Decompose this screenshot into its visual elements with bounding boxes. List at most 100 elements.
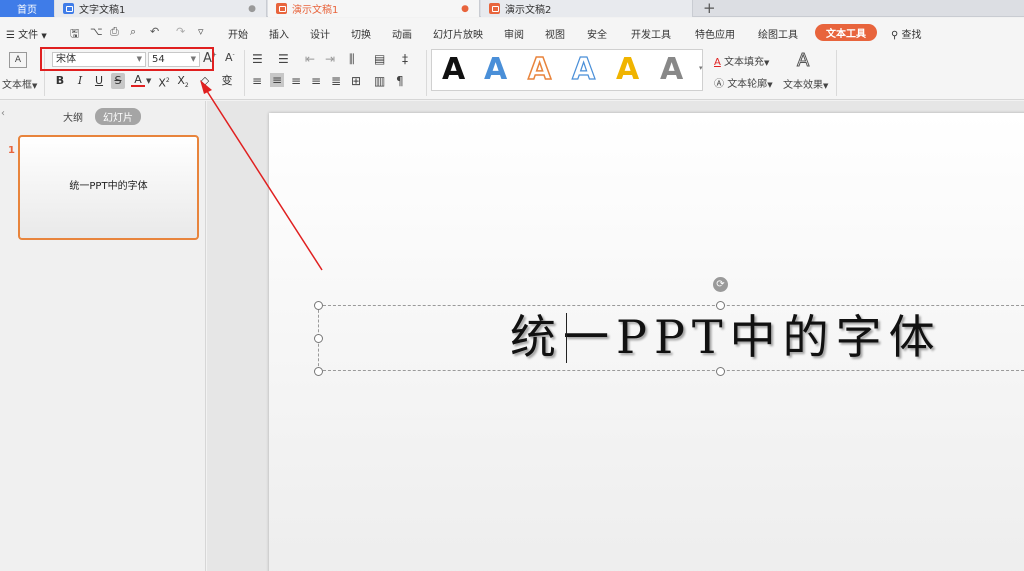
save-icon[interactable]: 🖫 [70, 25, 79, 44]
justify-icon[interactable]: ≡ [311, 74, 321, 88]
line-spacing-icon[interactable]: ‡ [402, 52, 408, 66]
file-menu[interactable]: ☰ 文件 ▼ [6, 26, 47, 41]
bold-button[interactable]: B [53, 73, 67, 89]
text-fill-label: 文本填充 [724, 57, 765, 68]
collapse-panel-icon[interactable]: ‹ [1, 108, 5, 119]
textbox-button[interactable]: 文本框▼ [2, 76, 37, 91]
textbox-label: 文本框 [2, 80, 32, 91]
search-button[interactable]: ⚲ 查找 [891, 26, 922, 41]
menu-insert[interactable]: 插入 [269, 26, 289, 41]
slide-number: 1 [8, 145, 15, 156]
print-preview-icon[interactable]: ⌕ [130, 25, 136, 39]
wordart-style-black[interactable]: A [442, 52, 465, 88]
menu-slideshow[interactable]: 幻灯片放映 [433, 26, 483, 41]
wordart-style-gray[interactable]: A [660, 52, 683, 88]
align-left-icon[interactable]: ≡ [252, 74, 262, 88]
align-center-icon[interactable]: ≡ [270, 73, 285, 87]
slide-title[interactable]: 统一PPT中的字体 [510, 308, 942, 366]
align-text-icon[interactable]: ▤ [374, 52, 385, 66]
text-direction-icon[interactable]: ⫼ [349, 52, 355, 67]
wordart-style-blue-outline[interactable]: A [571, 51, 595, 88]
chevron-down-icon[interactable]: ▼ [146, 77, 151, 85]
presentation-doc-icon [489, 3, 500, 14]
menu-review[interactable]: 审阅 [504, 26, 524, 41]
tab-modified-dot: ● [248, 4, 256, 14]
divider [426, 50, 427, 96]
chevron-down-icon: ▼ [32, 82, 38, 90]
new-tab-button[interactable]: + [703, 0, 716, 17]
subscript-button[interactable]: X2 [176, 73, 190, 89]
bullet-list-icon[interactable]: ☰ [252, 52, 263, 66]
decrease-font-icon[interactable]: A- [225, 51, 235, 64]
text-fill-button[interactable]: A 文本填充▼ [714, 53, 769, 68]
font-highlight-box [40, 47, 214, 71]
slide-thumbnail[interactable]: 统一PPT中的字体 [18, 135, 199, 240]
chevron-down-icon: ▼ [764, 59, 770, 67]
menu-transition[interactable]: 切换 [351, 26, 371, 41]
underline-button[interactable]: U [92, 73, 106, 89]
text-fill-icon: A [714, 57, 721, 68]
divider [836, 50, 837, 96]
menu-text-tools[interactable]: 文本工具 [815, 24, 877, 41]
search-label: 查找 [901, 30, 922, 41]
tab-home[interactable]: 首页 [0, 0, 54, 17]
textbox-icon[interactable]: A [9, 52, 27, 68]
text-outline-button[interactable]: Ⓐ 文本轮廓▼ [714, 75, 773, 90]
resize-handle[interactable] [716, 367, 725, 376]
tab-slides[interactable]: 幻灯片 [95, 108, 141, 125]
menu-animation[interactable]: 动画 [392, 26, 412, 41]
wordart-more-icon[interactable]: ▾ [699, 64, 703, 72]
menu-view[interactable]: 视图 [545, 26, 565, 41]
tab-home-label: 首页 [17, 5, 37, 16]
text-effect-icon[interactable]: A [796, 50, 809, 72]
decrease-indent-icon[interactable]: ⇤ [305, 52, 315, 66]
font-color-button[interactable]: A [131, 73, 145, 87]
chevron-down-icon: ▼ [767, 81, 773, 89]
customize-toolbar-icon[interactable]: ▿ [198, 25, 204, 38]
wordart-style-orange-outline[interactable]: A [527, 51, 552, 88]
columns-icon[interactable]: ▥ [374, 74, 385, 88]
rotate-handle-icon[interactable]: ⟳ [713, 277, 728, 292]
tab-presentation-2[interactable]: 演示文稿2 [481, 0, 693, 17]
text-effect-button[interactable]: 文本效果▼ [783, 76, 828, 91]
tab-bar: 首页 文字文稿1 ● 演示文稿1 ● 演示文稿2 + [0, 0, 1024, 17]
wordart-gallery: A A A A A A [431, 49, 703, 91]
menu-home[interactable]: 开始 [228, 26, 248, 41]
resize-handle[interactable] [314, 301, 323, 310]
file-menu-label: 文件 [18, 30, 39, 41]
distribute-icon[interactable]: ≣ [331, 74, 341, 88]
menu-special-apps[interactable]: 特色应用 [695, 26, 735, 41]
menu-drawing-tools[interactable]: 绘图工具 [758, 26, 798, 41]
presentation-doc-icon [276, 3, 287, 14]
slide-panel: ‹ 大纲 幻灯片 1 统一PPT中的字体 [0, 101, 206, 571]
paragraph-settings-icon[interactable]: ¶ [396, 74, 404, 88]
tab-doc-writer[interactable]: 文字文稿1 ● [55, 0, 267, 17]
format-painter-icon[interactable]: ⌥ [90, 25, 103, 38]
redo-icon[interactable]: ↷ [176, 25, 185, 38]
hamburger-icon: ☰ [6, 30, 15, 41]
menu-developer[interactable]: 开发工具 [631, 26, 671, 41]
numbered-list-icon[interactable]: ☰ [278, 52, 289, 66]
divider [244, 50, 245, 96]
tab-modified-dot: ● [461, 4, 469, 14]
writer-doc-icon [63, 3, 74, 14]
superscript-button[interactable]: X2 [157, 73, 171, 90]
char-spacing-icon[interactable]: 变 [220, 73, 234, 89]
search-icon: ⚲ [891, 30, 899, 41]
increase-indent-icon[interactable]: ⇥ [325, 52, 335, 66]
align-right-icon[interactable]: ≡ [291, 74, 301, 88]
tab-outline[interactable]: 大纲 [63, 109, 83, 124]
wordart-style-yellow[interactable]: A [616, 52, 639, 88]
vertical-align-icon[interactable]: ⊞ [351, 74, 361, 88]
resize-handle[interactable] [314, 334, 323, 343]
italic-button[interactable]: I [73, 73, 87, 89]
resize-handle[interactable] [314, 367, 323, 376]
clear-format-icon[interactable]: ◇ [198, 73, 212, 89]
menu-security[interactable]: 安全 [587, 26, 607, 41]
undo-icon[interactable]: ↶ [150, 25, 159, 38]
wordart-style-blue[interactable]: A [484, 52, 507, 88]
print-icon[interactable]: ⎙ [110, 25, 119, 39]
menu-design[interactable]: 设计 [310, 26, 330, 41]
strikethrough-button[interactable]: S [111, 73, 125, 89]
tab-presentation-1[interactable]: 演示文稿1 ● [268, 0, 480, 17]
